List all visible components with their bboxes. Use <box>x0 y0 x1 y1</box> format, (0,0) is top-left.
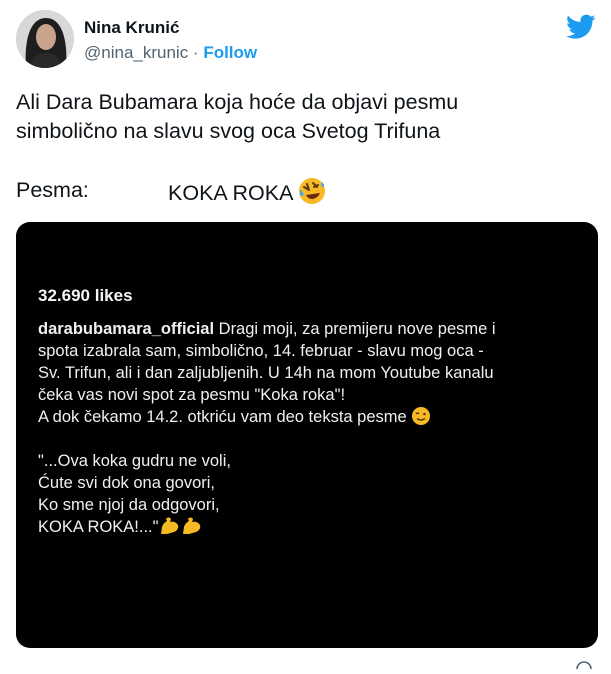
caption-line: spota izabrala sam, simbolično, 14. febr… <box>38 342 484 360</box>
song-label: Pesma: <box>16 178 89 202</box>
lyric-line: Ćute svi dok ona govori, <box>38 474 216 492</box>
likes-count: 32.690 likes <box>38 286 133 305</box>
handle-row: @nina_krunic · Follow <box>84 43 257 63</box>
laughing-emoji-icon <box>297 176 327 206</box>
caption-line: Sv. Trifun, ali i dan zaljubljenih. U 14… <box>38 364 494 382</box>
lyric-line-arms: KOKA ROKA!..." <box>38 516 583 538</box>
caption-line-1: darabubamara_official Dragi moji, za pre… <box>38 318 583 340</box>
author-name[interactable]: Nina Krunić <box>84 18 179 38</box>
caption-text: A dok čekamo 14.2. otkriću vam deo tekst… <box>38 408 407 426</box>
tweet-header: Nina Krunić @nina_krunic · Follow <box>16 10 596 72</box>
tweet-line: simbolično na slavu svog oca Svetog Trif… <box>16 119 441 143</box>
post-username: darabubamara_official <box>38 320 215 338</box>
lyric-line: "...Ova koka gudru ne voli, <box>38 452 231 470</box>
song-value-wrap: KOKA ROKA <box>168 176 327 208</box>
tweet-line: Ali Dara Bubamara koja hoće da objavi pe… <box>16 90 459 114</box>
tweet-text: Ali Dara Bubamara koja hoće da objavi pe… <box>16 88 591 146</box>
caption-text: Dragi moji, za premijeru nove pesme i <box>214 320 496 338</box>
author-handle[interactable]: @nina_krunic <box>84 43 188 62</box>
caption-line: čeka vas novi spot za pesmu "Koka roka"! <box>38 386 346 404</box>
info-icon[interactable] <box>575 656 593 674</box>
follow-button[interactable]: Follow <box>203 43 257 62</box>
flexed-biceps-icon <box>158 516 180 536</box>
lyric-line: Ko sme njoj da odgovori, <box>38 496 220 514</box>
post-caption: darabubamara_official Dragi moji, za pre… <box>38 318 583 538</box>
caption-line-wink: A dok čekamo 14.2. otkriću vam deo tekst… <box>38 406 583 428</box>
avatar[interactable] <box>16 10 74 68</box>
embedded-image[interactable]: 32.690 likes darabubamara_official Dragi… <box>16 222 598 648</box>
lyric-text: KOKA ROKA!..." <box>38 518 159 536</box>
flexed-biceps-icon <box>180 516 202 536</box>
winking-face-icon <box>411 406 431 426</box>
song-title: KOKA ROKA <box>168 181 294 205</box>
twitter-bird-icon[interactable] <box>566 14 596 40</box>
separator: · <box>188 43 204 62</box>
